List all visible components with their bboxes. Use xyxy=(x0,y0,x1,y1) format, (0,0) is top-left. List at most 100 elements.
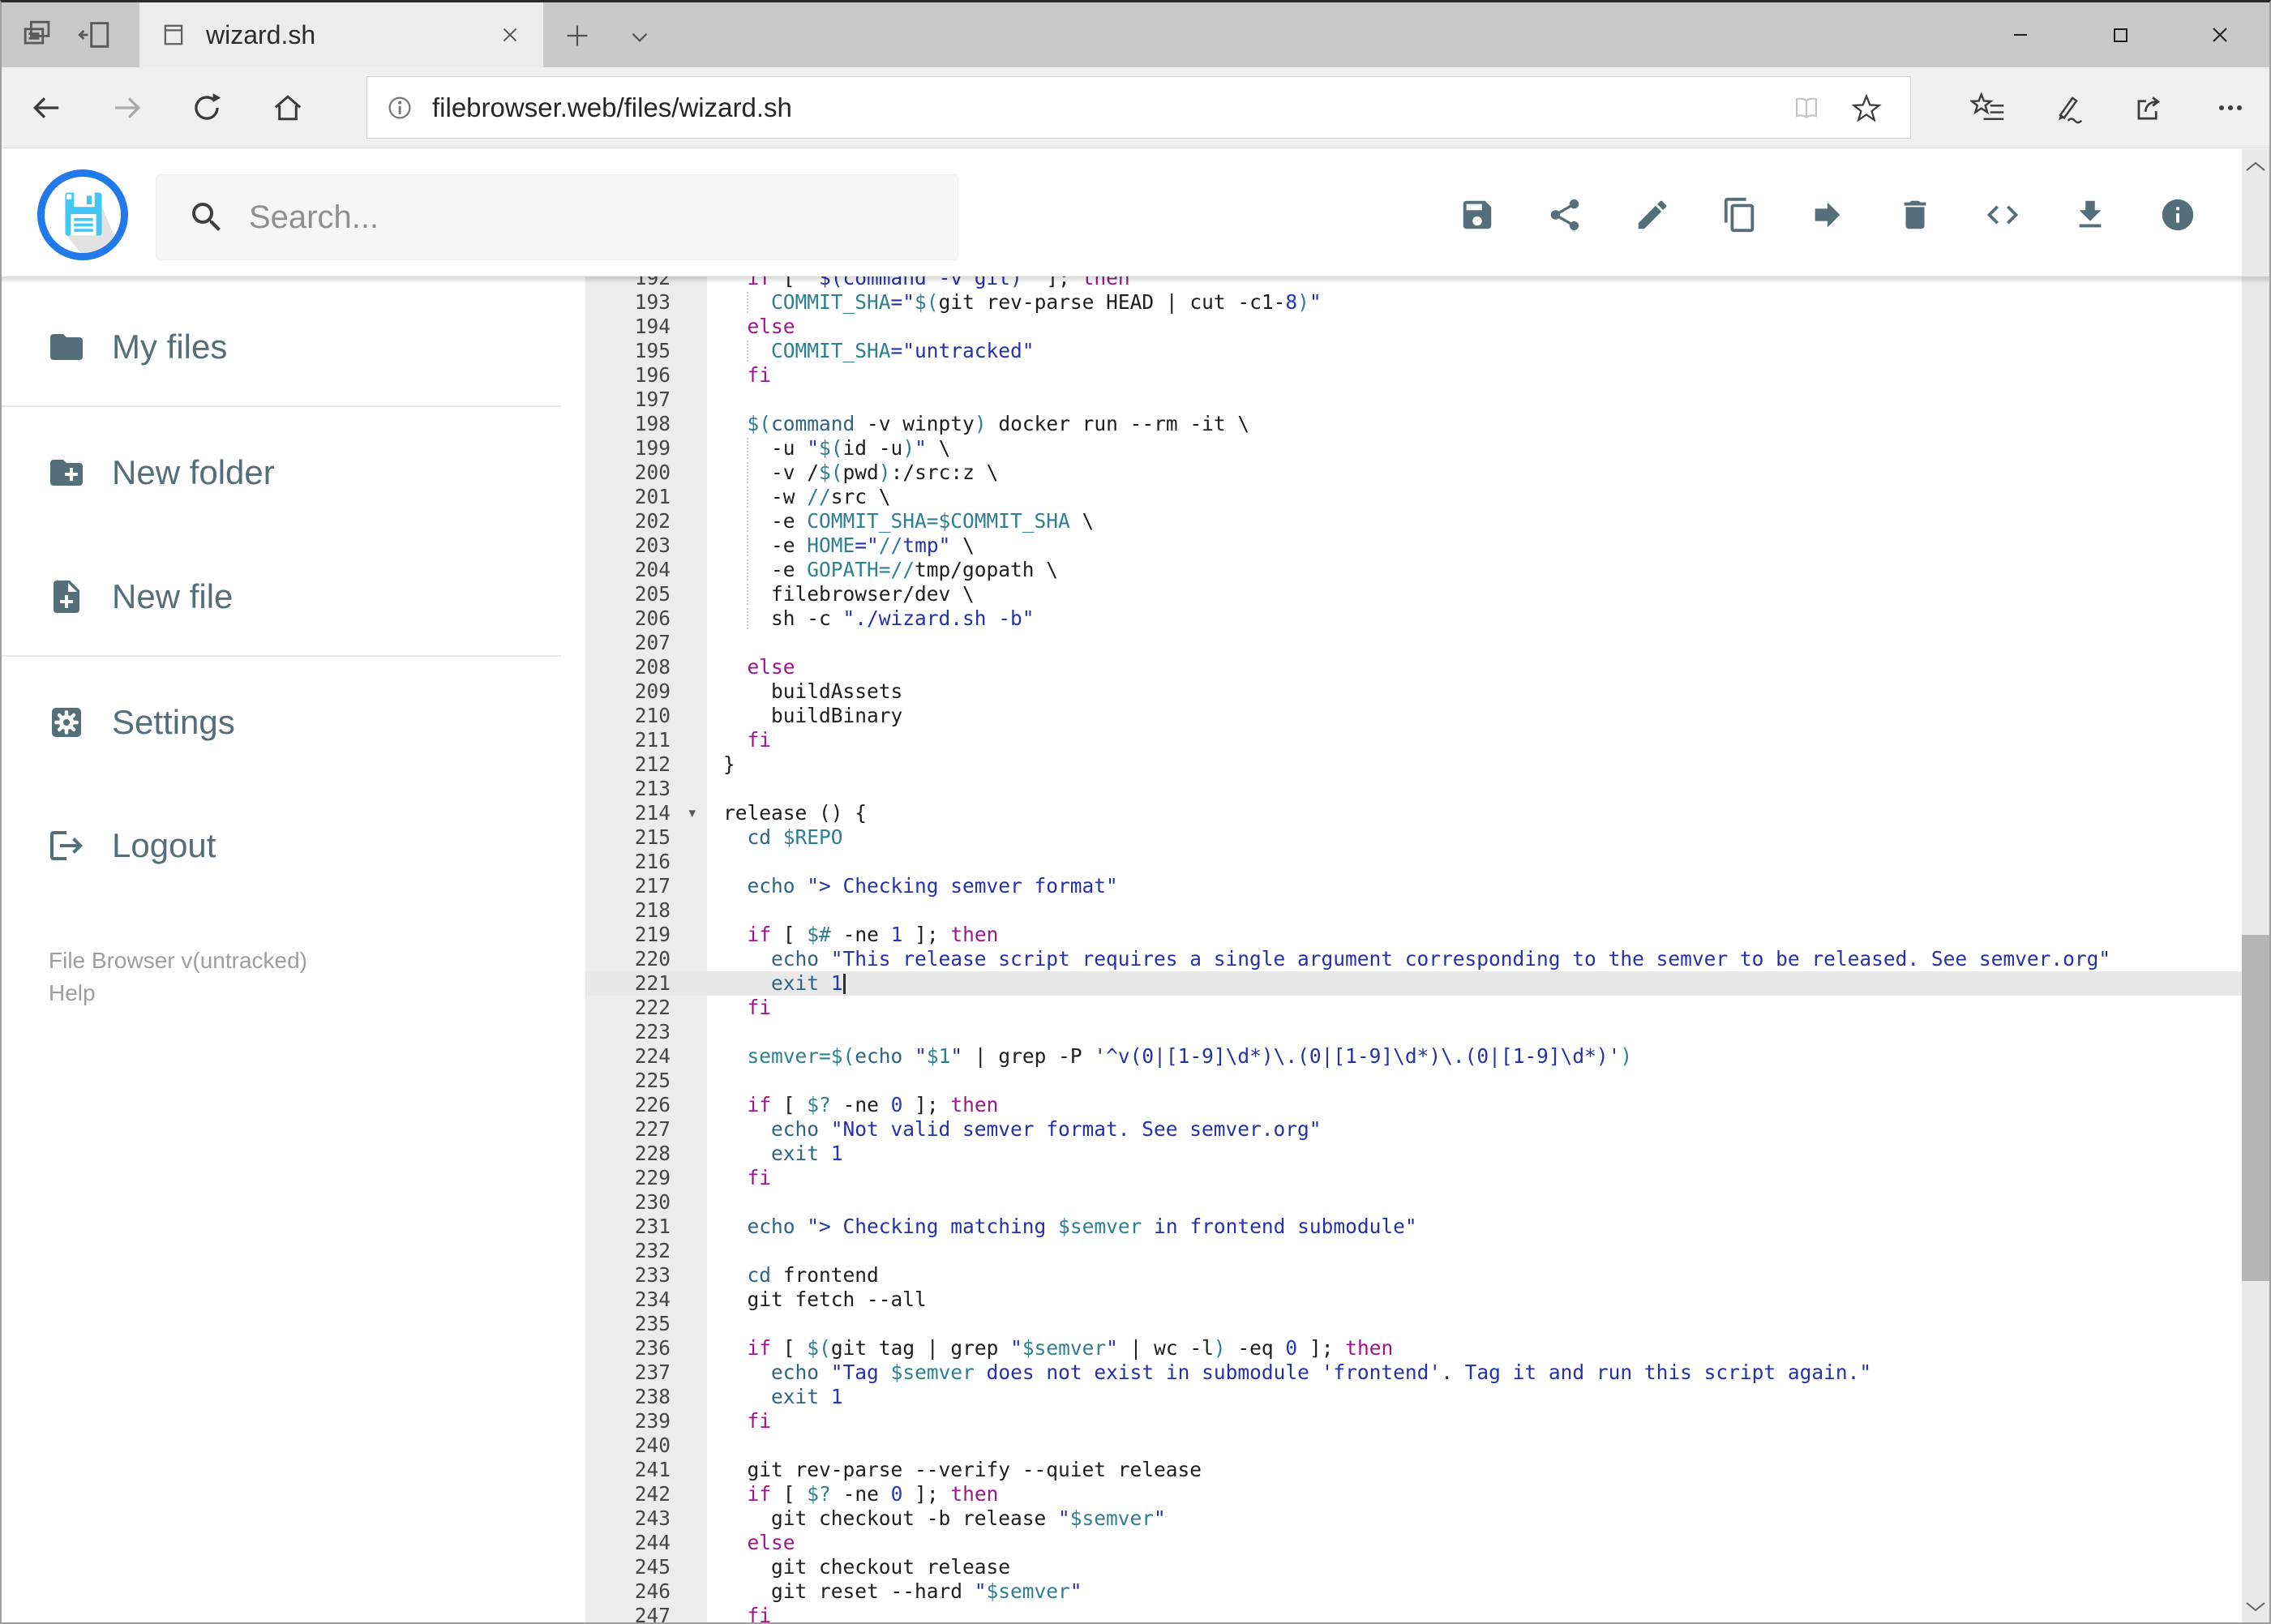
code-line-text[interactable] xyxy=(707,388,2242,412)
code-line-text[interactable]: exit 1 xyxy=(707,971,2242,996)
code-line[interactable]: 244 else xyxy=(585,1531,2242,1555)
sidebar-item-new-file[interactable]: New file xyxy=(47,568,233,625)
code-line[interactable]: 218 xyxy=(585,898,2242,923)
code-line[interactable]: 229 fi xyxy=(585,1166,2242,1190)
code-line-text[interactable]: else xyxy=(707,655,2242,679)
code-line[interactable]: 236 if [ $(git tag | grep "$semver" | wc… xyxy=(585,1336,2242,1360)
favorites-hub-icon[interactable] xyxy=(1970,90,2006,126)
code-line-text[interactable]: echo "This release script requires a sin… xyxy=(707,947,2242,971)
code-line[interactable]: 224 semver=$(echo "$1" | grep -P '^v(0|[… xyxy=(585,1044,2242,1069)
code-line-text[interactable]: exit 1 xyxy=(707,1385,2242,1409)
code-line[interactable]: 238 exit 1 xyxy=(585,1385,2242,1409)
set-tabs-aside-icon[interactable] xyxy=(76,16,114,54)
code-line[interactable]: 192 if [ "$(command -v git)" ]; then xyxy=(585,276,2242,290)
url-text[interactable]: filebrowser.web/files/wizard.sh xyxy=(432,92,1790,123)
code-line-text[interactable]: COMMIT_SHA="untracked" xyxy=(707,339,2242,363)
code-line[interactable]: 241 git rev-parse --verify --quiet relea… xyxy=(585,1458,2242,1482)
delete-icon[interactable] xyxy=(1896,196,1934,234)
code-line[interactable]: 216 xyxy=(585,850,2242,874)
code-line-text[interactable]: if [ $(git tag | grep "$semver" | wc -l)… xyxy=(707,1336,2242,1360)
search-bar[interactable] xyxy=(156,174,958,260)
favorite-star-icon[interactable] xyxy=(1850,92,1883,124)
code-line[interactable]: 212} xyxy=(585,752,2242,777)
tab-preview-icon[interactable] xyxy=(19,16,57,54)
code-line-text[interactable]: git reset --hard "$semver" xyxy=(707,1579,2242,1604)
info-icon[interactable] xyxy=(2159,196,2196,234)
code-line-text[interactable]: cd $REPO xyxy=(707,825,2242,850)
copy-icon[interactable] xyxy=(1721,196,1759,234)
code-line[interactable]: 220 echo "This release script requires a… xyxy=(585,947,2242,971)
code-line[interactable]: 203 -e HOME="//tmp" \ xyxy=(585,533,2242,558)
code-line-text[interactable]: fi xyxy=(707,996,2242,1020)
code-line-text[interactable]: if [ $? -ne 0 ]; then xyxy=(707,1482,2242,1506)
code-line-text[interactable]: release () { xyxy=(707,801,2242,825)
refresh-icon[interactable] xyxy=(189,90,225,126)
reading-view-icon[interactable] xyxy=(1790,92,1823,124)
scrollbar-thumb[interactable] xyxy=(2242,935,2269,1281)
code-line-text[interactable]: git checkout -b release "$semver" xyxy=(707,1506,2242,1531)
code-line-text[interactable]: -e GOPATH=//tmp/gopath \ xyxy=(707,558,2242,582)
code-line-text[interactable]: } xyxy=(707,752,2242,777)
code-line[interactable]: 205 filebrowser/dev \ xyxy=(585,582,2242,606)
code-line[interactable]: 219 if [ $# -ne 1 ]; then xyxy=(585,923,2242,947)
page-scrollbar[interactable] xyxy=(2242,149,2269,1622)
code-line-text[interactable]: else xyxy=(707,1531,2242,1555)
code-line-text[interactable]: fi xyxy=(707,1604,2242,1622)
code-line[interactable]: 233 cd frontend xyxy=(585,1263,2242,1288)
code-line[interactable]: 199 -u "$(id -u)" \ xyxy=(585,436,2242,461)
code-line-text[interactable]: $(command -v winpty) docker run --rm -it… xyxy=(707,412,2242,436)
code-line-text[interactable] xyxy=(707,850,2242,874)
code-line-text[interactable]: COMMIT_SHA="$(git rev-parse HEAD | cut -… xyxy=(707,290,2242,315)
rename-icon[interactable] xyxy=(1634,196,1671,234)
code-line[interactable]: 213 xyxy=(585,777,2242,801)
code-line[interactable]: 201 -w //src \ xyxy=(585,485,2242,509)
code-line-text[interactable]: fi xyxy=(707,728,2242,752)
code-line-text[interactable] xyxy=(707,1069,2242,1093)
code-line[interactable]: 197 xyxy=(585,388,2242,412)
scroll-up-icon[interactable] xyxy=(2243,157,2268,177)
code-line-text[interactable]: git checkout release xyxy=(707,1555,2242,1579)
code-line-text[interactable] xyxy=(707,777,2242,801)
code-line[interactable]: 204 -e GOPATH=//tmp/gopath \ xyxy=(585,558,2242,582)
raw-code-icon[interactable] xyxy=(1984,196,2021,234)
code-line-text[interactable] xyxy=(707,898,2242,923)
code-line[interactable]: 215 cd $REPO xyxy=(585,825,2242,850)
active-tab[interactable]: wizard.sh xyxy=(139,2,543,67)
more-ellipsis-icon[interactable] xyxy=(2213,90,2248,126)
code-line-text[interactable]: fi xyxy=(707,1409,2242,1433)
code-line-text[interactable] xyxy=(707,1020,2242,1044)
code-line[interactable]: 246 git reset --hard "$semver" xyxy=(585,1579,2242,1604)
code-line-text[interactable]: if [ $? -ne 0 ]; then xyxy=(707,1093,2242,1117)
code-line[interactable]: 217 echo "> Checking semver format" xyxy=(585,874,2242,898)
code-line-text[interactable]: -u "$(id -u)" \ xyxy=(707,436,2242,461)
code-line-text[interactable] xyxy=(707,1433,2242,1458)
code-line[interactable]: 225 xyxy=(585,1069,2242,1093)
info-badge-icon[interactable] xyxy=(385,93,414,122)
code-line[interactable]: 245 git checkout release xyxy=(585,1555,2242,1579)
code-line[interactable]: 243 git checkout -b release "$semver" xyxy=(585,1506,2242,1531)
code-line-text[interactable]: echo "Not valid semver format. See semve… xyxy=(707,1117,2242,1142)
code-line[interactable]: 242 if [ $? -ne 0 ]; then xyxy=(585,1482,2242,1506)
code-line[interactable]: 221 exit 1 xyxy=(585,971,2242,996)
fold-marker-icon[interactable]: ▾ xyxy=(688,801,696,825)
back-icon[interactable] xyxy=(28,90,64,126)
code-line-text[interactable]: buildBinary xyxy=(707,704,2242,728)
move-icon[interactable] xyxy=(1809,196,1846,234)
code-line[interactable]: 208 else xyxy=(585,655,2242,679)
code-line[interactable]: 240 xyxy=(585,1433,2242,1458)
code-line[interactable]: 193 COMMIT_SHA="$(git rev-parse HEAD | c… xyxy=(585,290,2242,315)
code-line-text[interactable]: git rev-parse --verify --quiet release xyxy=(707,1458,2242,1482)
sidebar-item-my-files[interactable]: My files xyxy=(47,319,227,375)
code-line[interactable]: 211 fi xyxy=(585,728,2242,752)
code-line-text[interactable]: else xyxy=(707,315,2242,339)
code-line-text[interactable]: if [ $# -ne 1 ]; then xyxy=(707,923,2242,947)
sidebar-item-settings[interactable]: Settings xyxy=(47,694,235,751)
code-line[interactable]: 226 if [ $? -ne 0 ]; then xyxy=(585,1093,2242,1117)
sidebar-item-logout[interactable]: Logout xyxy=(47,817,216,874)
search-input[interactable] xyxy=(247,198,958,237)
code-line-text[interactable]: echo "> Checking matching $semver in fro… xyxy=(707,1215,2242,1239)
code-line[interactable]: 239 fi xyxy=(585,1409,2242,1433)
code-line-text[interactable]: fi xyxy=(707,363,2242,388)
code-line-text[interactable] xyxy=(707,1312,2242,1336)
code-line[interactable]: 247 fi xyxy=(585,1604,2242,1622)
